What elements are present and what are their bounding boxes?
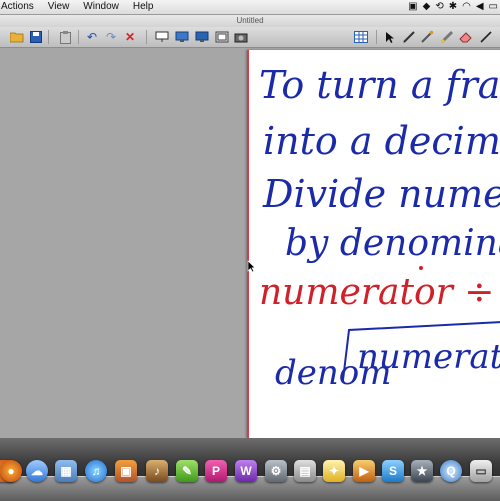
mouse-cursor-icon [247, 260, 256, 276]
monitor-icon[interactable] [195, 30, 209, 44]
dock: ◐ ● ☁ ▦ ♫ ▣ ♪ ✎ P W ⚙ ▤ ✦ ▶ S ★ Q ▭ [0, 438, 500, 501]
select-arrow-icon[interactable] [383, 30, 397, 44]
app-c-icon[interactable]: ⚙ [265, 460, 287, 482]
app-w-icon[interactable]: W [235, 460, 257, 482]
status-area: ▣ ◆ ⟲ ✱ ◠ ◀ ▭ [408, 0, 498, 14]
highlighter-icon[interactable] [440, 30, 454, 44]
eraser-icon[interactable] [459, 30, 473, 44]
pen-icon[interactable] [402, 30, 416, 44]
smart-notebook-icon[interactable]: ✎ [176, 460, 198, 482]
game-icon[interactable]: ▤ [294, 460, 316, 482]
guitar-icon[interactable]: ♪ [146, 460, 168, 482]
screen-capture-icon[interactable] [215, 30, 229, 44]
open-folder-icon[interactable] [10, 30, 24, 44]
ichat-icon[interactable]: ☁ [26, 460, 48, 482]
window-title: Untitled [0, 15, 500, 27]
iphoto-icon[interactable]: ▣ [115, 460, 137, 482]
whiteboard-page[interactable]: To turn a fracti into a decimal! Divide … [247, 50, 500, 438]
delete-icon[interactable]: ✕ [123, 30, 137, 44]
screen-icon[interactable]: ▣ [408, 0, 417, 14]
hw-line-5: numerator ÷ denom [259, 272, 500, 313]
clipboard-icon[interactable] [58, 30, 72, 44]
toolbar: ↶ ↷ ✕ [0, 27, 500, 48]
display-icon[interactable] [175, 30, 189, 44]
undo-icon[interactable]: ↶ [85, 30, 99, 44]
wifi-icon[interactable]: ◠ [462, 0, 471, 14]
dropbox-icon[interactable]: ◆ [423, 0, 431, 14]
volume-icon[interactable]: ◀ [476, 0, 484, 14]
app-p-icon[interactable]: P [205, 460, 227, 482]
projector-icon[interactable] [155, 30, 169, 44]
table-icon[interactable] [354, 30, 368, 44]
itunes-icon[interactable]: ♫ [85, 460, 107, 482]
photo-icon[interactable]: ▦ [55, 460, 77, 482]
hw-line-1: To turn a fracti [259, 63, 500, 107]
magic-pen-icon[interactable] [420, 30, 434, 44]
firefox-icon[interactable]: ● [0, 460, 22, 482]
hw-line-3: Divide numerator [262, 172, 500, 216]
time-machine-icon[interactable]: ⟲ [435, 0, 443, 14]
handwriting: To turn a fracti into a decimal! Divide … [259, 63, 500, 393]
work-area: To turn a fracti into a decimal! Divide … [0, 48, 500, 438]
menu-bar: Actions View Window Help ▣ ◆ ⟲ ✱ ◠ ◀ ▭ [0, 0, 500, 15]
save-icon[interactable] [29, 30, 43, 44]
hw-line-2: into a decimal! [263, 119, 500, 163]
hw-line-7: numerator [357, 337, 500, 377]
menu-actions[interactable]: Actions [0, 0, 41, 14]
camera-icon[interactable] [234, 30, 248, 44]
bluetooth-icon[interactable]: ✱ [449, 0, 457, 14]
lightbulb-icon[interactable]: ✦ [323, 460, 345, 482]
menu-view[interactable]: View [41, 0, 77, 14]
line-icon[interactable] [479, 30, 493, 44]
hw-line-4: by denominator [285, 223, 500, 264]
menu-window[interactable]: Window [76, 0, 126, 14]
screenflow-icon[interactable]: ▶ [353, 460, 375, 482]
battery-icon[interactable]: ▭ [489, 0, 498, 14]
app-s-icon[interactable]: S [382, 460, 404, 482]
quicktime-icon[interactable]: Q [440, 460, 462, 482]
menu-help[interactable]: Help [126, 0, 161, 14]
imovie-icon[interactable]: ★ [411, 460, 433, 482]
printer-icon[interactable]: ▭ [470, 460, 492, 482]
redo-icon[interactable]: ↷ [104, 30, 118, 44]
red-dot [419, 266, 423, 270]
